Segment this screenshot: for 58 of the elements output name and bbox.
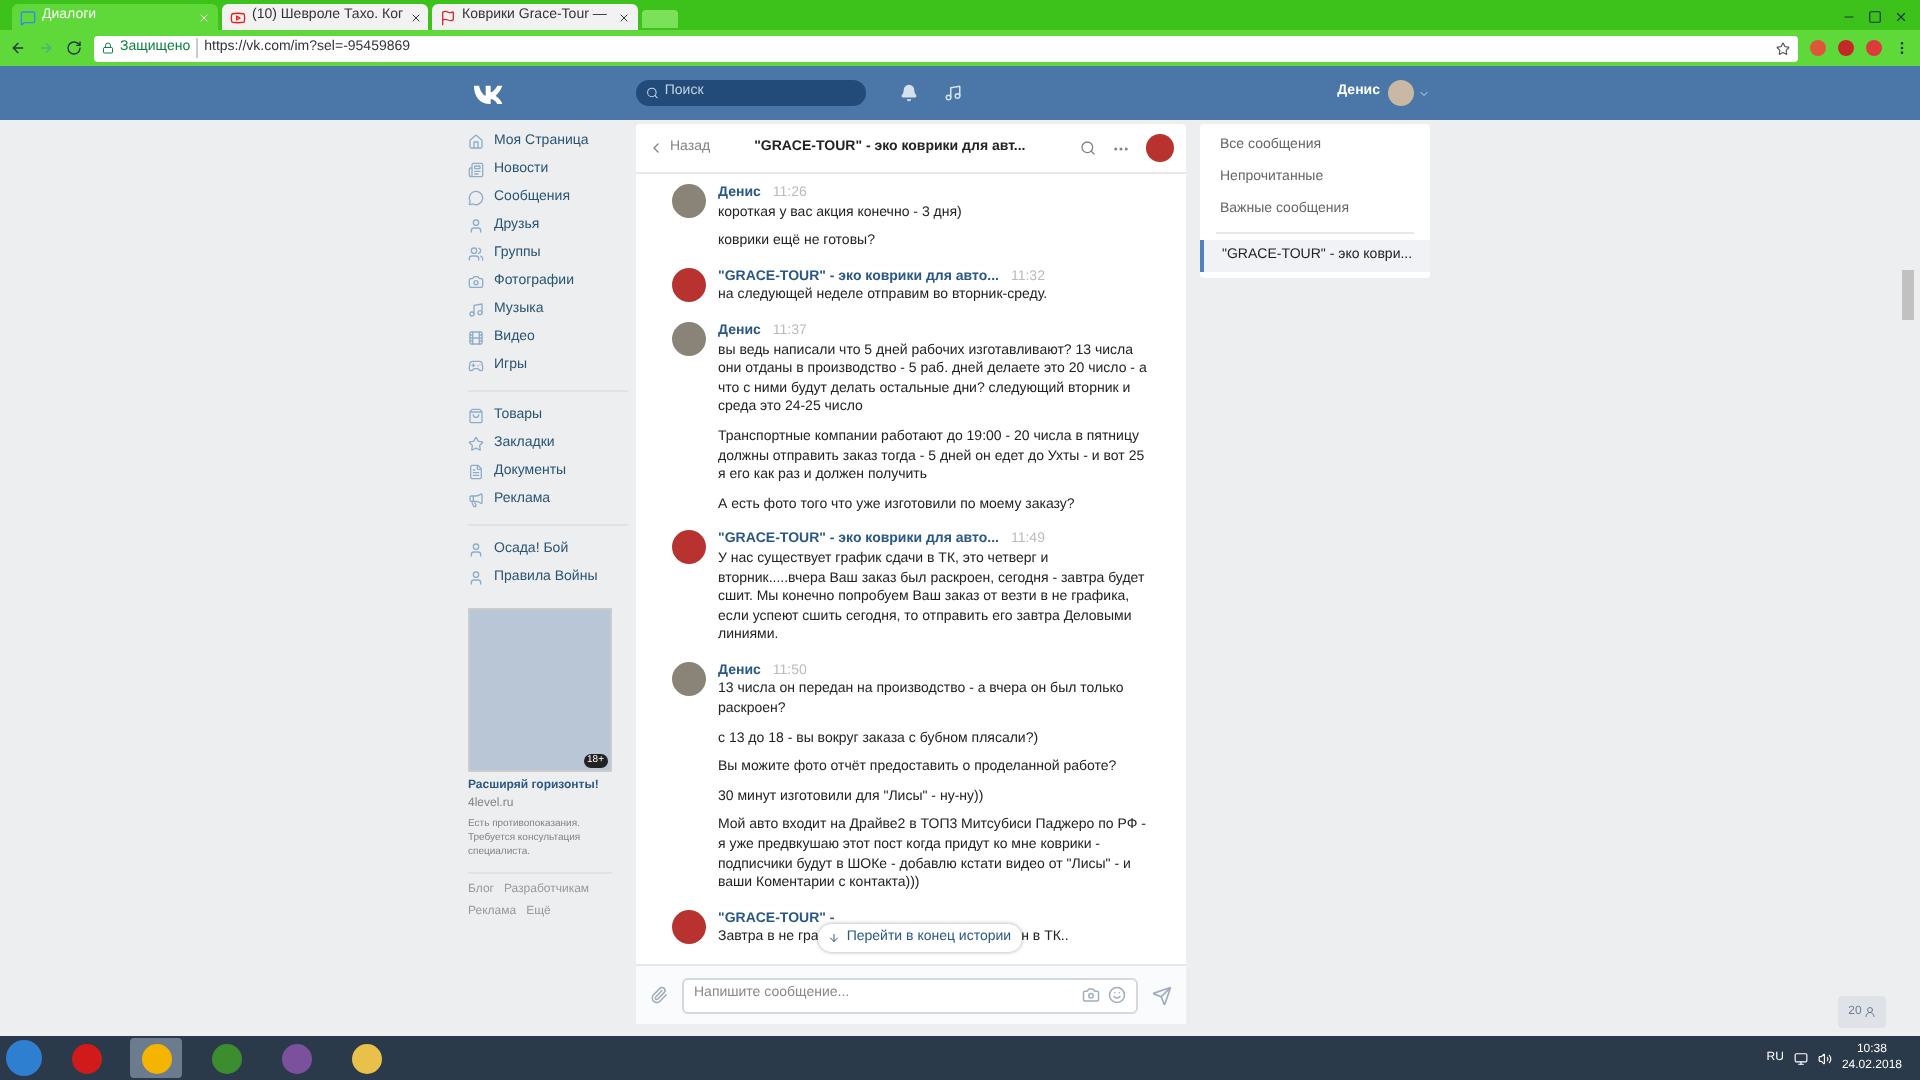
home-icon	[468, 134, 484, 150]
megaphone-icon	[468, 492, 484, 508]
chat-icon	[20, 9, 36, 25]
group-avatar	[672, 267, 706, 302]
network-icon[interactable]	[1793, 1051, 1808, 1065]
news-icon	[468, 162, 484, 178]
app-icon	[71, 1043, 101, 1073]
smile-icon[interactable]	[1108, 986, 1126, 1004]
person-icon	[468, 570, 484, 586]
group-avatar	[672, 530, 706, 565]
lock-icon	[102, 42, 114, 54]
close-icon[interactable]	[1894, 10, 1908, 24]
user-avatar	[672, 184, 706, 218]
document-icon	[468, 464, 484, 480]
group-avatar[interactable]	[1146, 134, 1174, 162]
person-icon	[468, 542, 484, 558]
volume-icon[interactable]	[1817, 1051, 1832, 1065]
user-avatar	[672, 321, 706, 356]
close-icon[interactable]	[409, 11, 422, 23]
back-chevron-icon	[648, 140, 664, 156]
attach-icon[interactable]	[650, 986, 668, 1004]
back-arrow-icon[interactable]	[10, 40, 26, 56]
down-arrow-icon	[828, 932, 841, 944]
gamepad-icon	[468, 358, 484, 374]
app-icon	[281, 1043, 311, 1073]
flag-icon	[440, 9, 456, 25]
close-icon[interactable]	[618, 11, 630, 23]
star-icon	[468, 436, 484, 452]
person-icon	[1863, 1006, 1876, 1018]
minimize-icon[interactable]	[1842, 10, 1856, 24]
app-icon	[211, 1043, 241, 1073]
bell-icon[interactable]	[900, 84, 918, 102]
search-icon	[646, 86, 659, 100]
bag-icon	[468, 408, 484, 424]
reload-icon[interactable]	[66, 40, 82, 56]
send-icon[interactable]	[1152, 985, 1172, 1005]
music-note-icon[interactable]	[944, 84, 962, 102]
bookmark-star-icon[interactable]	[1776, 41, 1790, 55]
app-icon	[351, 1043, 381, 1073]
people-icon	[468, 246, 484, 262]
chat-bubble-icon	[468, 190, 484, 206]
camera-icon[interactable]	[1082, 986, 1100, 1004]
maximize-icon[interactable]	[1868, 10, 1882, 24]
user-avatar	[672, 661, 706, 696]
scrollbar-thumb[interactable]	[1902, 270, 1914, 320]
caret-icon[interactable]	[1418, 87, 1430, 99]
group-avatar	[672, 909, 706, 944]
music-note-icon	[468, 302, 484, 318]
camera-icon	[468, 274, 484, 290]
app-icon	[141, 1043, 171, 1073]
profile-icon[interactable]	[1866, 40, 1882, 56]
person-icon	[468, 218, 484, 234]
video-play-icon	[230, 9, 246, 25]
film-icon	[468, 330, 484, 346]
vk-logo-icon[interactable]	[472, 83, 506, 103]
start-button[interactable]	[6, 1040, 42, 1076]
search-icon[interactable]	[1080, 140, 1096, 156]
user-avatar[interactable]	[1388, 80, 1414, 106]
